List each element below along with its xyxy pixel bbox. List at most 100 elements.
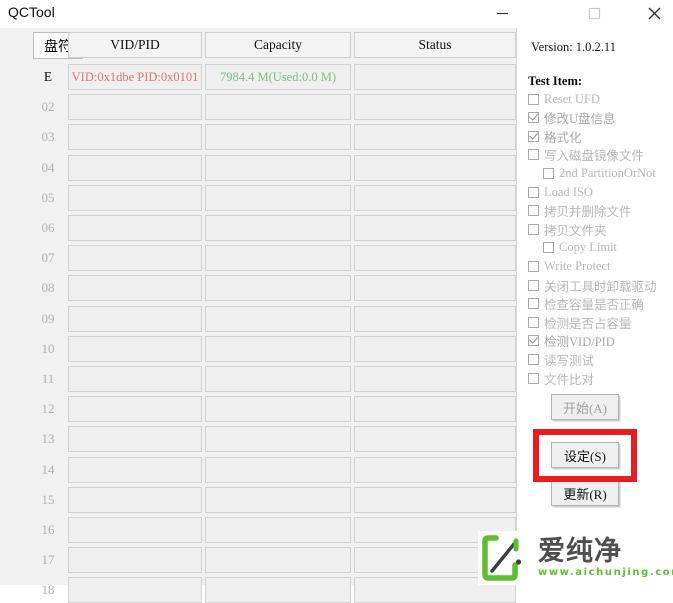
cell-status[interactable]: [354, 215, 516, 241]
cell-status[interactable]: [354, 64, 516, 90]
checkbox-unchecked-icon[interactable]: [528, 205, 539, 217]
cell-status[interactable]: [354, 275, 516, 302]
row-label: 07: [41, 250, 55, 266]
checkbox-unchecked-icon[interactable]: [528, 316, 539, 328]
close-button[interactable]: [631, 0, 673, 27]
checkbox-checked-icon[interactable]: [528, 112, 539, 124]
cell-capacity[interactable]: [205, 184, 351, 211]
cell-capacity[interactable]: [205, 426, 351, 453]
cell-capacity[interactable]: [205, 245, 351, 272]
checkbox-checked-icon[interactable]: [528, 335, 539, 347]
cell-status[interactable]: [354, 486, 516, 513]
cell-vidpid[interactable]: [68, 486, 202, 513]
cell-status[interactable]: [354, 154, 516, 181]
checkbox-unchecked-icon[interactable]: [528, 93, 539, 105]
test-item-row[interactable]: 修改U盘信息: [528, 110, 616, 126]
maximize-button[interactable]: [571, 0, 617, 27]
test-item-row[interactable]: 拷贝文件夹: [528, 221, 607, 238]
cell-status[interactable]: [354, 94, 516, 121]
test-item-row[interactable]: 检查容量是否正确: [528, 296, 644, 312]
test-item-label: Write Protect: [544, 258, 611, 273]
test-item-row[interactable]: 文件比对: [528, 370, 594, 387]
cell-capacity[interactable]: [205, 396, 351, 423]
cell-status[interactable]: [354, 396, 516, 423]
row-label: 15: [41, 491, 55, 507]
cell-vidpid[interactable]: [68, 366, 202, 392]
checkbox-unchecked-icon[interactable]: [543, 167, 554, 179]
cell-capacity[interactable]: [205, 577, 351, 603]
test-item-row[interactable]: 关闭工具时卸载驱动: [528, 277, 657, 294]
cell-vidpid[interactable]: [68, 275, 202, 302]
checkbox-checked-icon[interactable]: [528, 130, 539, 142]
checkbox-unchecked-icon[interactable]: [528, 279, 539, 291]
cell-capacity[interactable]: [205, 517, 351, 543]
checkbox-unchecked-icon[interactable]: [528, 298, 539, 310]
cell-vidpid[interactable]: [68, 577, 202, 603]
test-item-row[interactable]: 检测是否占容量: [528, 314, 632, 331]
start-button[interactable]: 开始(A): [551, 394, 619, 420]
cell-status[interactable]: [354, 366, 516, 392]
cell-vidpid[interactable]: [68, 305, 202, 332]
checkbox-unchecked-icon[interactable]: [528, 260, 539, 272]
test-item-row[interactable]: 2nd PartitionOrNot: [543, 165, 656, 181]
cell-vidpid[interactable]: [68, 124, 202, 151]
test-item-row[interactable]: Load ISO: [528, 184, 593, 200]
cell-status[interactable]: [354, 335, 516, 362]
cell-status[interactable]: [354, 245, 516, 272]
test-item-row[interactable]: Copy Limit: [543, 240, 617, 256]
cell-capacity[interactable]: [205, 124, 351, 151]
checkbox-unchecked-icon[interactable]: [528, 186, 539, 198]
cell-vidpid[interactable]: [68, 94, 202, 121]
cell-vidpid[interactable]: [68, 547, 202, 574]
test-item-row[interactable]: 格式化: [528, 128, 582, 145]
cell-status[interactable]: [354, 305, 516, 332]
cell-status[interactable]: [354, 184, 516, 211]
column-header-vidpid[interactable]: VID/PID: [68, 32, 202, 58]
test-item-row[interactable]: Reset UFD: [528, 91, 600, 107]
test-item-label: 拷贝并删除文件: [544, 205, 632, 220]
window-title-bar: QCTool: [0, 0, 673, 29]
minimize-button[interactable]: [479, 0, 525, 27]
checkbox-unchecked-icon[interactable]: [528, 372, 539, 384]
cell-capacity[interactable]: [205, 456, 351, 483]
test-item-row[interactable]: 读写测试: [528, 351, 594, 368]
checkbox-unchecked-icon[interactable]: [528, 149, 539, 161]
cell-vidpid[interactable]: [68, 396, 202, 423]
cell-capacity[interactable]: 7984.4 M(Used:0.0 M): [205, 64, 351, 90]
test-item-row[interactable]: 检测VID/PID: [528, 333, 615, 349]
cell-status[interactable]: [354, 456, 516, 483]
cell-capacity[interactable]: [205, 275, 351, 302]
cell-vidpid[interactable]: [68, 456, 202, 483]
cell-vidpid[interactable]: [68, 154, 202, 181]
cell-capacity[interactable]: [205, 154, 351, 181]
cell-capacity[interactable]: [205, 305, 351, 332]
row-label: 05: [41, 189, 55, 205]
test-item-row[interactable]: 写入磁盘镜像文件: [528, 147, 644, 163]
cell-status[interactable]: [354, 124, 516, 151]
cell-capacity[interactable]: [205, 215, 351, 241]
checkbox-unchecked-icon[interactable]: [528, 223, 539, 235]
column-header-status[interactable]: Status: [354, 32, 516, 58]
cell-capacity[interactable]: [205, 486, 351, 513]
test-item-label: Load ISO: [544, 184, 593, 199]
cell-vidpid[interactable]: [68, 335, 202, 362]
cell-vidpid[interactable]: [68, 215, 202, 241]
cell-vidpid[interactable]: [68, 245, 202, 272]
cell-vidpid[interactable]: [68, 184, 202, 211]
cell-capacity[interactable]: [205, 335, 351, 362]
cell-status[interactable]: [354, 426, 516, 453]
cell-vidpid[interactable]: [68, 517, 202, 543]
cell-capacity[interactable]: [205, 547, 351, 574]
brand-name: 爱纯净: [538, 535, 622, 567]
cell-capacity[interactable]: [205, 366, 351, 392]
update-button[interactable]: 更新(R): [551, 480, 619, 506]
cell-vidpid[interactable]: VID:0x1dbe PID:0x0101: [68, 64, 202, 90]
test-item-row[interactable]: 拷贝并删除文件: [528, 203, 632, 219]
cell-vidpid[interactable]: [68, 426, 202, 453]
checkbox-unchecked-icon[interactable]: [543, 242, 554, 254]
test-item-row[interactable]: Write Protect: [528, 258, 611, 274]
cell-capacity[interactable]: [205, 94, 351, 121]
test-item-label: 拷贝文件夹: [544, 223, 607, 238]
column-header-capacity[interactable]: Capacity: [205, 32, 351, 58]
checkbox-unchecked-icon[interactable]: [528, 353, 539, 365]
